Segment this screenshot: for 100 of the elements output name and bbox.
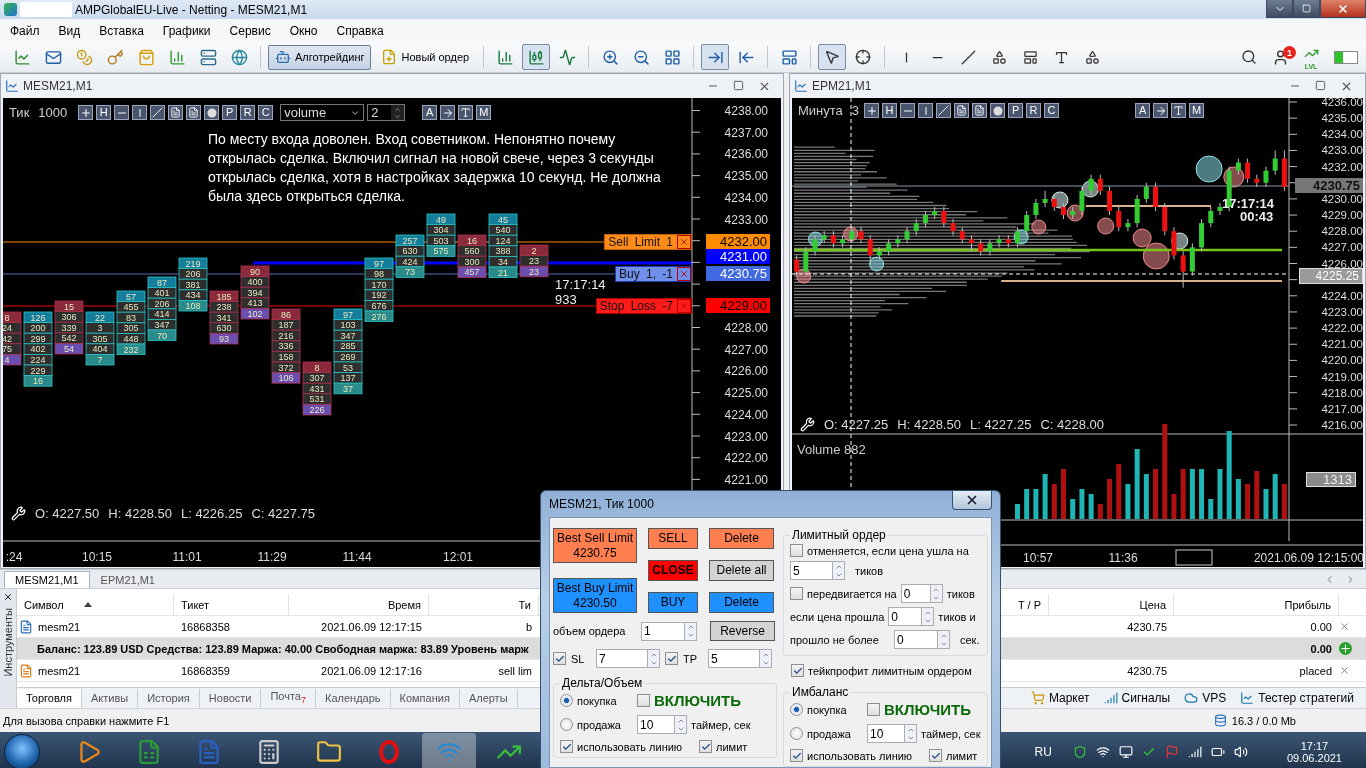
tool-button[interactable]: C (1044, 103, 1060, 118)
indicator-dropdown[interactable]: volume (280, 104, 365, 121)
tool-button[interactable]: M (1189, 103, 1205, 118)
number-field[interactable]: 0 (894, 630, 937, 649)
panel-tab[interactable]: Торговля (17, 688, 82, 708)
menu-item[interactable]: Файл (1, 23, 50, 38)
footprint-cell: 7 (85, 354, 115, 366)
table-cell-text: 16868359 (180, 664, 231, 677)
menu-item[interactable]: Сервис (220, 23, 281, 38)
timeframe-value: 1000 (38, 105, 68, 120)
panel-tab[interactable]: Новости (199, 688, 262, 708)
time-label: 12:01 (443, 550, 473, 564)
tick-volume: 933 (555, 292, 577, 307)
column-header[interactable]: Ти (429, 594, 539, 615)
column-header[interactable]: Цена (1049, 594, 1174, 615)
menu-item[interactable]: Окно (280, 23, 328, 38)
menu-item[interactable]: Графики (153, 23, 221, 38)
toolbar-button[interactable]: Новый ордер (374, 44, 477, 70)
tool-button[interactable]: H (96, 105, 112, 120)
tool-button[interactable]: C (258, 105, 274, 120)
price-label: 4234.00 (1321, 128, 1363, 141)
menu-item[interactable]: Вид (49, 23, 91, 38)
column-header[interactable]: Прибыль (1174, 594, 1339, 615)
panel-tab[interactable]: Компания (390, 688, 460, 708)
trade-button[interactable]: Best Sell Limit 4230.75 (553, 528, 637, 563)
bar-time: 17:17:14 (555, 277, 606, 292)
panel-tab[interactable]: Почта$_{7}$ (261, 688, 316, 708)
trade-button[interactable]: Delete (709, 592, 774, 613)
chart-tab[interactable]: MESM21,M1 (4, 571, 90, 588)
menu-item[interactable]: Справка (327, 23, 394, 38)
chart-window-title: EPM21,M1 (812, 79, 872, 93)
footprint-cell: 232 (116, 343, 146, 355)
number-field[interactable]: 7 (596, 649, 647, 668)
tool-button[interactable]: R (1026, 103, 1042, 118)
toolbar-button[interactable]: Алготрейдинг (268, 44, 372, 70)
table-cell-text: 4230.75 (1126, 664, 1168, 677)
toolbar-button[interactable]: 1 (1266, 44, 1294, 70)
tool-button[interactable]: H (882, 103, 898, 118)
tool-button[interactable]: A (422, 105, 438, 120)
panel-link[interactable]: Тестер стратегий (1240, 691, 1354, 705)
trade-button[interactable]: Delete all (709, 560, 774, 581)
order-label-box[interactable]: Buy 1, -1 (614, 266, 692, 282)
trade-button[interactable]: CLOSE (648, 560, 698, 581)
language-indicator[interactable]: RU (1034, 745, 1052, 759)
panel-tab[interactable]: Календарь (316, 688, 391, 708)
price-label: 4217.00 (1321, 402, 1363, 415)
number-field[interactable]: 0 (900, 584, 930, 603)
footprint-cell: 402 (23, 343, 53, 355)
panel-link[interactable]: VPS (1184, 691, 1227, 705)
trade-button[interactable]: SELL (648, 528, 698, 549)
order-label-box[interactable]: Stop Loss -7 (595, 298, 692, 314)
price-label: 4221.00 (724, 472, 768, 487)
footprint-cell: 108 (178, 300, 208, 312)
footprint-cell: 388 (488, 245, 518, 257)
bar-time: 17:17:14 (1222, 196, 1275, 211)
column-header[interactable]: Время (289, 594, 429, 615)
column-header[interactable]: Символ (17, 594, 174, 615)
order-label-text: Sell Limit 1 (608, 235, 673, 249)
panel-tab[interactable]: Активы (81, 688, 139, 708)
footprint-cell: 8 (3, 311, 22, 323)
trade-button[interactable]: Best Buy Limit 4230.50 (553, 578, 637, 613)
tool-button[interactable]: M (476, 105, 492, 120)
clock-time[interactable]: 17:17 (1300, 740, 1329, 752)
menu-item[interactable]: Вставка (90, 23, 154, 38)
number-field[interactable]: 10 (637, 715, 674, 734)
number-field[interactable]: 10 (867, 724, 904, 743)
price-label: 4237.00 (724, 125, 768, 140)
panel-tab[interactable]: История (138, 688, 200, 708)
price-label: 4218.00 (1321, 386, 1363, 399)
panel-link[interactable]: Маркет (1030, 691, 1090, 705)
radio-label: продажа (807, 727, 852, 740)
order-label-text: Buy 1, -1 (618, 267, 673, 281)
column-header[interactable]: Тикет (174, 594, 289, 615)
order-label-box[interactable]: Sell Limit 1 (604, 234, 692, 250)
footprint-cell: 90 (240, 265, 270, 277)
footprint-cell: 226 (302, 404, 332, 416)
number-field[interactable]: 1 (641, 621, 684, 641)
ohlc-value: L: 4227.25 (969, 417, 1032, 432)
group-title: Имбаланс (791, 685, 850, 699)
chart-tab[interactable]: EPM21,M1 (89, 571, 166, 588)
clock-date[interactable]: 09.06.2021 (1286, 752, 1342, 764)
tool-button[interactable]: R (240, 105, 256, 120)
field-label: таймер, сек (691, 718, 751, 731)
reverse-button[interactable]: Reverse (710, 621, 775, 641)
tool-button[interactable]: P (222, 105, 238, 120)
time-label: 11:36 (1108, 551, 1138, 565)
trade-button[interactable]: BUY (648, 592, 698, 613)
group-title: Лимитный ордер (791, 528, 887, 542)
number-field[interactable]: 0 (888, 607, 922, 626)
tool-button[interactable]: P (1008, 103, 1024, 118)
tool-button[interactable]: A (1135, 103, 1151, 118)
group-title: Дельта/Объем (561, 676, 644, 690)
panel-link[interactable]: Сигналы (1103, 691, 1171, 705)
number-field[interactable]: 5 (708, 649, 759, 668)
trade-button[interactable]: Delete (709, 528, 774, 549)
footprint-cell: 103 (333, 319, 363, 331)
footprint-cell: 23 (519, 255, 549, 267)
number-field[interactable]: 5 (790, 561, 832, 580)
panel-tab[interactable]: Алерты (459, 688, 518, 708)
window-title: AMPGlobalEU-Live - Netting - MESM21,M1 (75, 2, 308, 17)
